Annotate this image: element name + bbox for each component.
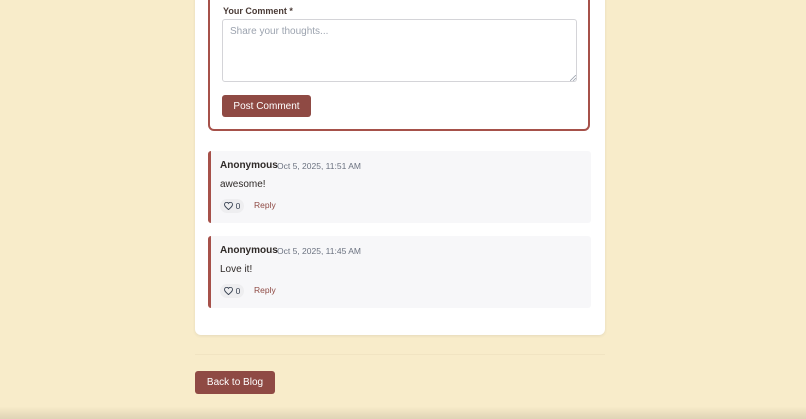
comment-item: Anonymous Oct 5, 2025, 11:45 AM Love it!… (208, 236, 591, 308)
like-count: 0 (235, 286, 241, 296)
comment-date: Oct 5, 2025, 11:45 AM (277, 246, 361, 256)
comment-author: Anonymous (220, 160, 278, 171)
post-comment-button[interactable]: Post Comment (222, 95, 311, 117)
heart-icon (223, 202, 233, 210)
comment-item: Anonymous Oct 5, 2025, 11:51 AM awesome!… (208, 151, 591, 223)
like-button[interactable]: 0 (220, 199, 244, 213)
comment-label: Your Comment * (223, 6, 293, 16)
heart-icon (223, 287, 233, 295)
comment-author: Anonymous (220, 245, 278, 256)
comment-date: Oct 5, 2025, 11:51 AM (277, 161, 361, 171)
reply-link[interactable]: Reply (254, 285, 276, 295)
reply-link[interactable]: Reply (254, 200, 276, 210)
like-button[interactable]: 0 (220, 284, 244, 298)
like-count: 0 (235, 201, 241, 211)
resize-grip-icon[interactable] (570, 75, 576, 81)
bottom-shadow (0, 406, 806, 419)
divider (195, 354, 605, 355)
comment-text: Love it! (220, 264, 253, 275)
comment-text: awesome! (220, 179, 266, 190)
back-to-blog-button[interactable]: Back to Blog (195, 371, 275, 394)
comment-textarea[interactable] (222, 19, 577, 82)
